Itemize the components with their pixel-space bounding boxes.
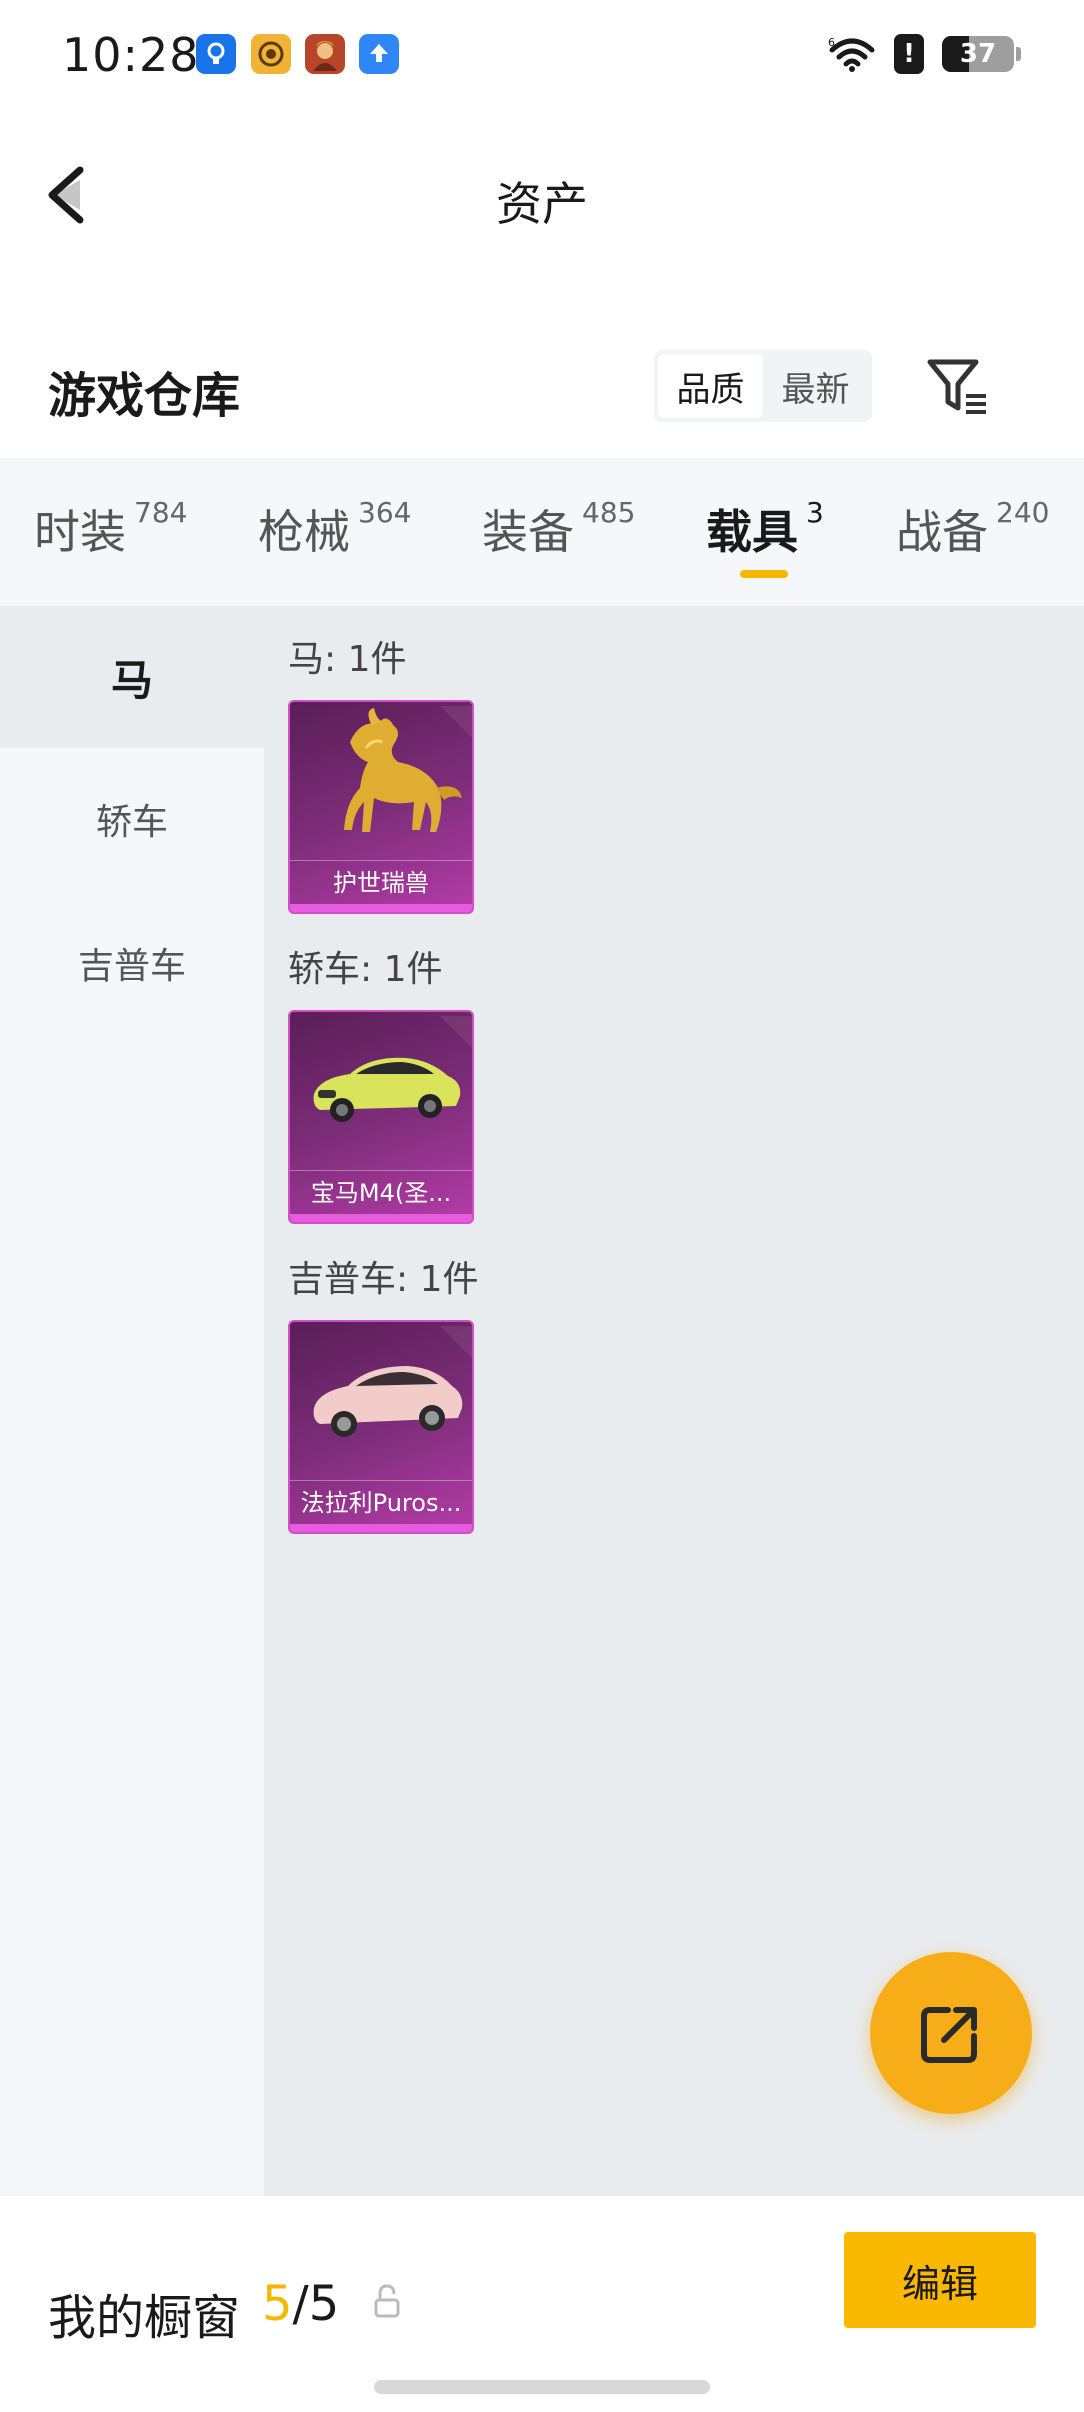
tab-label: 时装: [34, 505, 126, 559]
tab-fashion[interactable]: 时装 784: [34, 496, 187, 562]
upload-app-icon: [359, 34, 399, 74]
app-header: 资产: [0, 110, 1084, 280]
item-card[interactable]: 宝马M4(圣...: [288, 1010, 474, 1224]
sidebar-item-jeep[interactable]: 吉普车: [0, 892, 264, 1034]
group-label-horse: 马: 1件: [288, 639, 407, 680]
sort-quality-button[interactable]: 品质: [658, 354, 763, 418]
target-app-icon: [251, 34, 291, 74]
tab-guns[interactable]: 枪械 364: [258, 496, 411, 562]
rarity-bar: [290, 1524, 472, 1532]
showcase-label: 我的橱窗: [48, 2290, 241, 2346]
group-label-jeep: 吉普车: 1件: [288, 1259, 479, 1300]
tab-count: 485: [582, 496, 636, 529]
home-indicator[interactable]: [374, 2380, 710, 2394]
item-card[interactable]: 法拉利Puros...: [288, 1320, 474, 1534]
tab-count: 364: [358, 496, 412, 529]
svg-text:6: 6: [828, 36, 835, 49]
tab-label: 装备: [482, 505, 574, 559]
item-name: 护世瑞兽: [290, 860, 472, 904]
wifi-icon: 6: [828, 36, 875, 72]
showcase-separator: /: [292, 2276, 309, 2332]
tab-combat-gear[interactable]: 战备 240: [896, 496, 1049, 562]
tab-count: 3: [806, 496, 824, 529]
tab-count: 784: [134, 496, 188, 529]
subcategory-sidebar: 马 轿车 吉普车: [0, 606, 264, 2196]
battery-icon: 37: [942, 36, 1021, 72]
game-avatar-app-icon: [305, 34, 345, 74]
alert-icon: !: [894, 34, 924, 74]
item-name: 宝马M4(圣...: [290, 1170, 472, 1214]
status-time: 10:28: [62, 28, 200, 82]
filter-icon[interactable]: [926, 356, 990, 416]
lightbulb-app-icon: [196, 34, 236, 74]
tab-vehicles[interactable]: 载具 3: [706, 496, 824, 562]
rarity-bar: [290, 904, 472, 912]
group-label-sedan: 轿车: 1件: [288, 949, 443, 990]
showcase-current: 5: [262, 2276, 293, 2332]
external-link-icon: [921, 2007, 977, 2063]
share-fab[interactable]: [870, 1952, 1032, 2114]
showcase-count: 5/5: [262, 2276, 339, 2332]
golden-horse-image: [344, 706, 472, 832]
warehouse-title: 游戏仓库: [48, 368, 241, 424]
sort-newest-button[interactable]: 最新: [763, 354, 868, 418]
status-bar: 10:28 6 ! 37: [0, 0, 1084, 110]
pink-car-image: [313, 1326, 472, 1437]
item-name: 法拉利Puros...: [290, 1480, 472, 1524]
active-tab-indicator: [740, 570, 788, 578]
category-tabs: 时装 784 枪械 364 装备 485 载具 3 战备 240: [0, 458, 1084, 606]
edit-button[interactable]: 编辑: [844, 2232, 1036, 2328]
item-card[interactable]: 护世瑞兽: [288, 700, 474, 914]
yellow-car-image: [313, 1016, 472, 1122]
tab-count: 240: [996, 496, 1050, 529]
showcase-total: 5: [308, 2276, 340, 2332]
tab-label: 载具: [706, 505, 798, 559]
tab-label: 枪械: [258, 505, 350, 559]
page-title: 资产: [496, 177, 588, 231]
sidebar-item-sedan[interactable]: 轿车: [0, 748, 264, 890]
sidebar-item-horse[interactable]: 马: [0, 606, 264, 748]
tab-label: 战备: [896, 505, 988, 559]
sort-toggle: 品质 最新: [654, 350, 872, 422]
lock-icon: [374, 2284, 400, 2318]
rarity-bar: [290, 1214, 472, 1222]
tab-equipment[interactable]: 装备 485: [482, 496, 635, 562]
battery-level: 37: [959, 39, 997, 69]
